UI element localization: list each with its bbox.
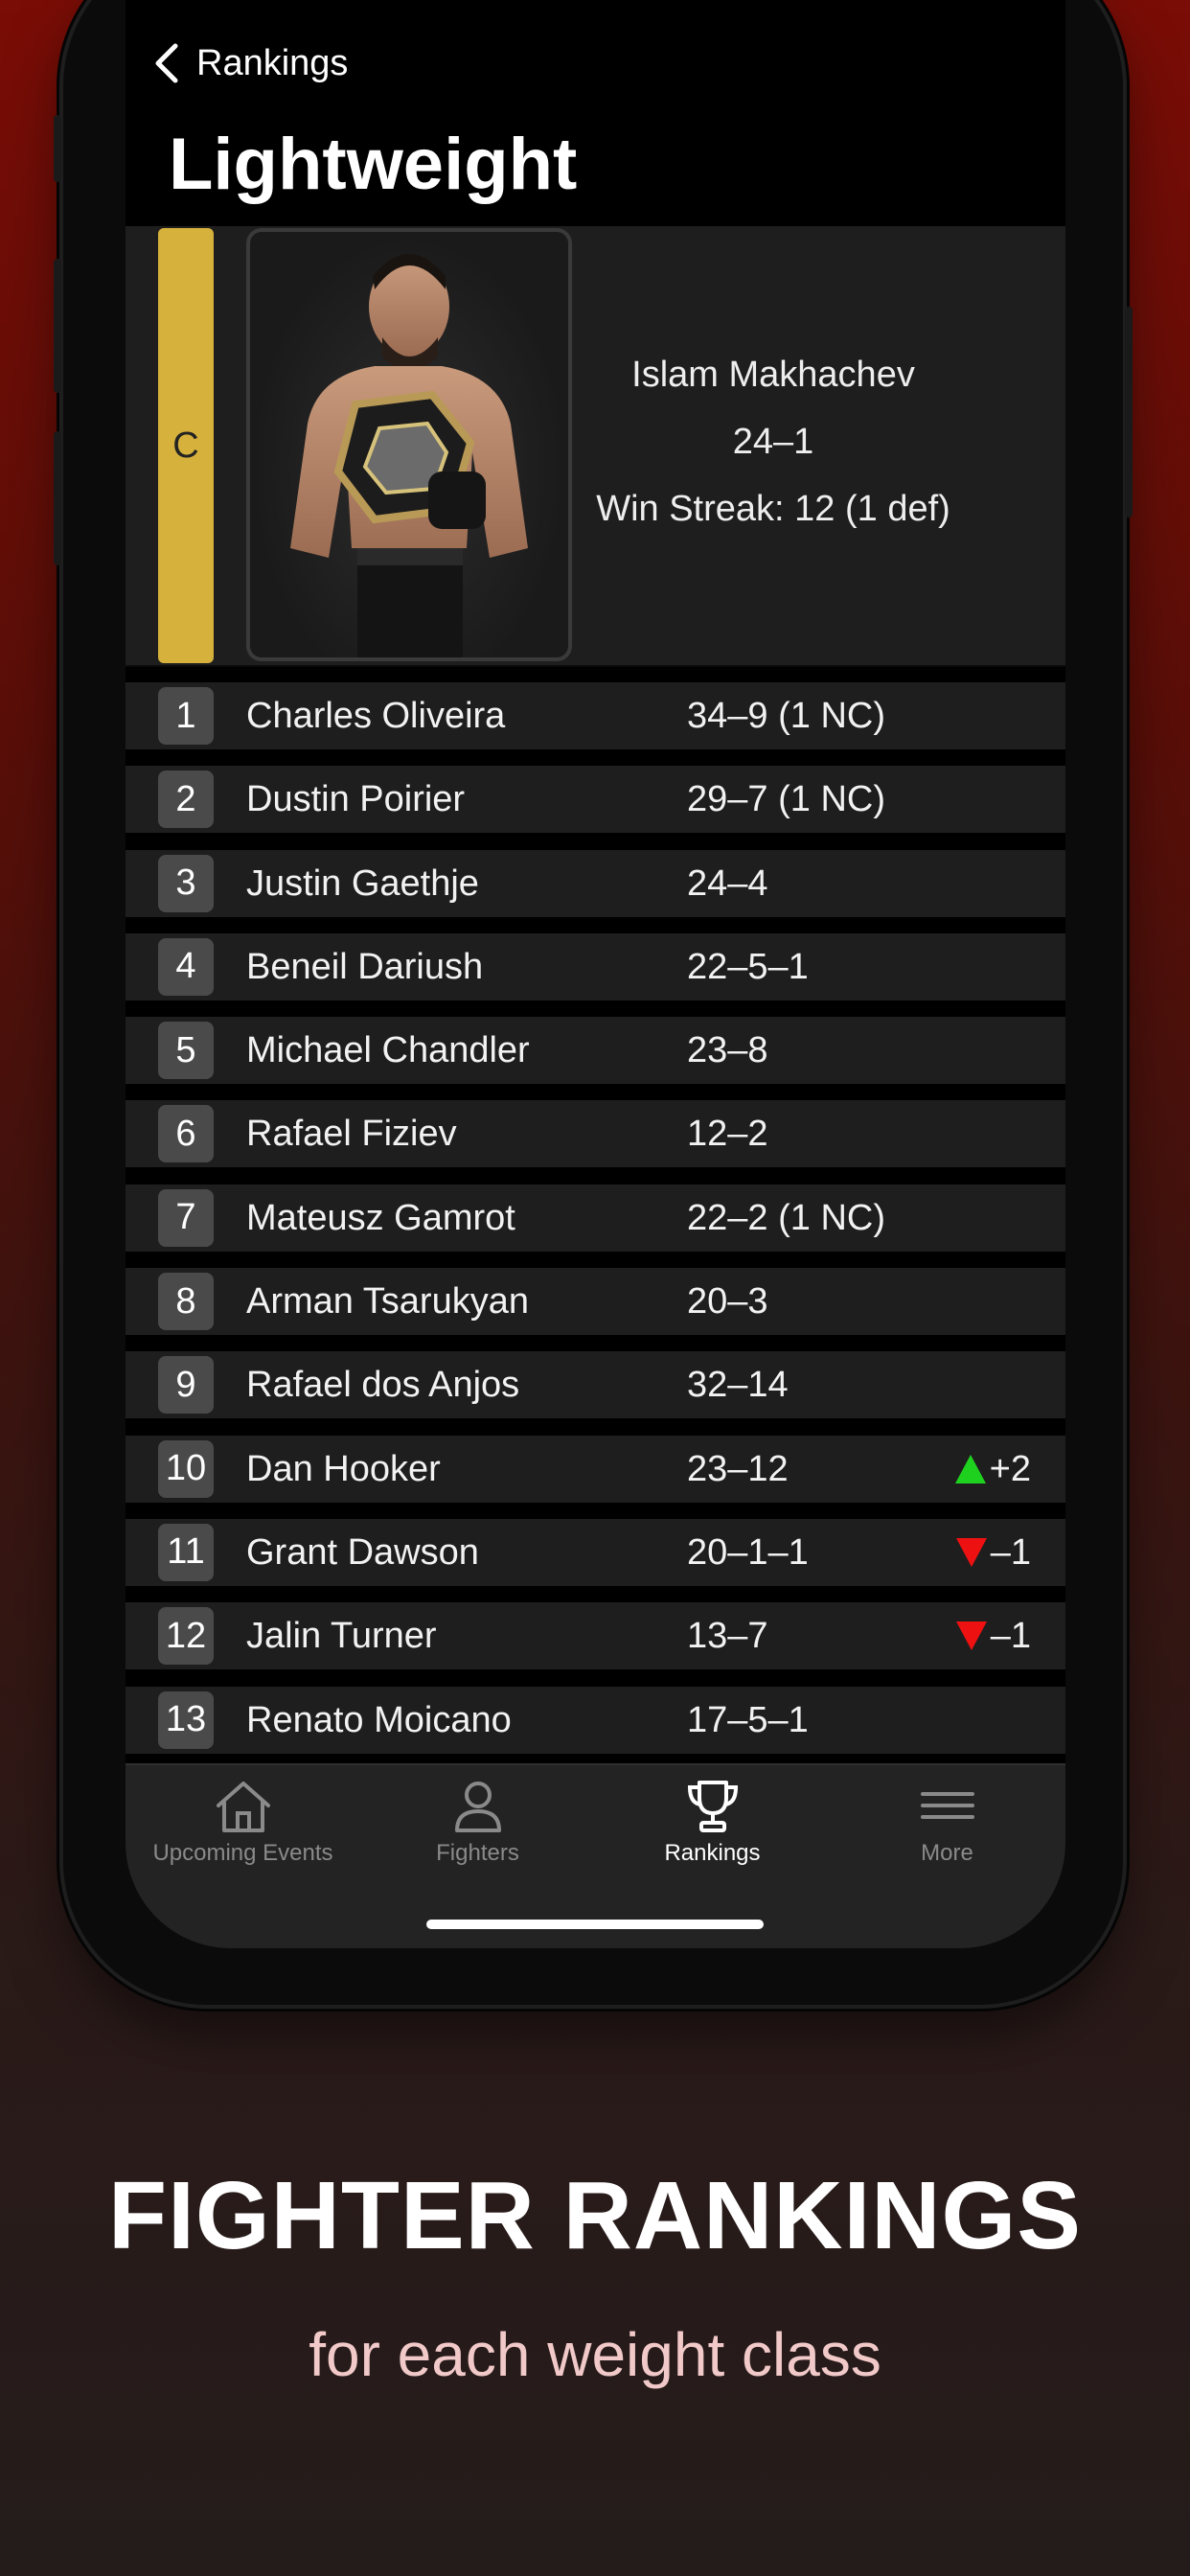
fighter-name: Jalin Turner	[246, 1616, 437, 1657]
champion-badge: C	[158, 228, 214, 663]
fighter-name: Beneil Dariush	[246, 946, 484, 987]
rank-change: –1	[955, 1519, 1031, 1586]
fighter-name: Charles Oliveira	[246, 696, 506, 736]
arrow-down-icon	[955, 1622, 987, 1651]
rank-badge: 1	[158, 687, 214, 745]
volume-down-button	[54, 431, 61, 565]
fighter-record: 29–7 (1 NC)	[687, 779, 885, 820]
ranking-row[interactable]: 7 Mateusz Gamrot 22–2 (1 NC)	[126, 1184, 1065, 1252]
rank-change-value: +2	[989, 1448, 1031, 1489]
champion-photo	[246, 228, 572, 661]
fighter-name: Michael Chandler	[246, 1030, 530, 1071]
rank-change-value: –1	[990, 1616, 1031, 1657]
fighter-record: 24–4	[687, 862, 768, 904]
rank-badge: 5	[158, 1022, 214, 1080]
fighter-record: 22–2 (1 NC)	[687, 1197, 885, 1238]
ranking-row[interactable]: 6 Rafael Fiziev 12–2	[126, 1100, 1065, 1168]
rank-change: –1	[955, 1602, 1031, 1669]
tab-upcoming-events[interactable]: Upcoming Events	[126, 1765, 360, 1867]
rank-badge: 6	[158, 1105, 214, 1163]
page-title: Lightweight	[169, 124, 578, 205]
fighter-record: 17–5–1	[687, 1699, 809, 1740]
champion-streak: Win Streak: 12 (1 def)	[596, 489, 950, 529]
rank-badge: 10	[158, 1439, 214, 1498]
champion-info: Islam Makhachev 24–1 Win Streak: 12 (1 d…	[572, 341, 974, 542]
rank-badge: 11	[158, 1523, 214, 1581]
fighter-name: Mateusz Gamrot	[246, 1197, 515, 1238]
champion-card[interactable]: C Islam Makhachev 24–1 Win Streak: 12 (1…	[126, 226, 1065, 667]
ranking-row[interactable]: 9 Rafael dos Anjos 32–14	[126, 1351, 1065, 1419]
champion-record: 24–1	[732, 422, 814, 462]
fighter-record: 20–3	[687, 1281, 768, 1322]
power-button	[1125, 307, 1133, 518]
fighter-record: 22–5–1	[687, 946, 809, 987]
house-icon	[216, 1782, 270, 1832]
rank-badge: 12	[158, 1607, 214, 1666]
rank-badge: 4	[158, 937, 214, 996]
person-icon	[454, 1782, 501, 1832]
tab-label: Rankings	[664, 1840, 761, 1866]
fighter-name: Renato Moicano	[246, 1699, 512, 1740]
ranking-row[interactable]: 2 Dustin Poirier 29–7 (1 NC)	[126, 766, 1065, 834]
ranking-row[interactable]: 1 Charles Oliveira 34–9 (1 NC)	[126, 682, 1065, 749]
chevron-left-icon	[155, 43, 178, 83]
ranking-row[interactable]: 8 Arman Tsarukyan 20–3	[126, 1268, 1065, 1336]
fighter-record: 23–12	[687, 1448, 789, 1489]
volume-up-button	[54, 259, 61, 393]
rankings-list: 1 Charles Oliveira 34–9 (1 NC) 2 Dustin …	[126, 682, 1065, 1770]
ranking-row[interactable]: 3 Justin Gaethje 24–4	[126, 849, 1065, 917]
fighter-name: Justin Gaethje	[246, 862, 479, 904]
promo-subheadline: for each weight class	[309, 2320, 881, 2389]
fighter-name: Rafael Fiziev	[246, 1114, 457, 1155]
tab-label: Fighters	[436, 1840, 519, 1866]
ranking-row[interactable]: 10 Dan Hooker 23–12 +2	[126, 1435, 1065, 1503]
fighter-name: Rafael dos Anjos	[246, 1365, 520, 1406]
rank-badge: 8	[158, 1273, 214, 1331]
tab-label: Upcoming Events	[152, 1840, 333, 1866]
fighter-record: 20–1–1	[687, 1531, 809, 1573]
fighter-silhouette-icon	[290, 254, 528, 657]
tab-label: More	[921, 1840, 973, 1866]
rank-badge: 3	[158, 854, 214, 912]
champion-name: Islam Makhachev	[631, 355, 915, 395]
promo-headline: FIGHTER RANKINGS	[108, 2162, 1082, 2269]
ranking-row[interactable]: 11 Grant Dawson 20–1–1 –1	[126, 1518, 1065, 1586]
menu-icon	[920, 1792, 974, 1819]
trophy-icon	[687, 1781, 738, 1832]
tab-rankings[interactable]: Rankings	[595, 1765, 830, 1867]
back-button[interactable]: Rankings	[154, 34, 348, 92]
fighter-record: 12–2	[687, 1114, 768, 1155]
arrow-up-icon	[954, 1454, 986, 1484]
fighter-name: Dustin Poirier	[246, 779, 466, 820]
fighter-record: 23–8	[687, 1030, 768, 1071]
fighter-name: Dan Hooker	[246, 1448, 441, 1489]
mute-switch	[54, 115, 61, 182]
rank-badge: 7	[158, 1188, 214, 1247]
fighter-record: 32–14	[687, 1365, 789, 1406]
ranking-row[interactable]: 5 Michael Chandler 23–8	[126, 1017, 1065, 1085]
rank-change: +2	[954, 1436, 1031, 1503]
tab-more[interactable]: More	[830, 1765, 1064, 1867]
home-indicator[interactable]	[426, 1920, 764, 1929]
fighter-record: 13–7	[687, 1616, 768, 1657]
rank-badge: 2	[158, 770, 214, 829]
rank-change-value: –1	[990, 1531, 1031, 1573]
ranking-row[interactable]: 13 Renato Moicano 17–5–1	[126, 1686, 1065, 1754]
ranking-row[interactable]: 4 Beneil Dariush 22–5–1	[126, 932, 1065, 1000]
arrow-down-icon	[955, 1537, 987, 1567]
app-screen: Rankings Lightweight C Islam Makhachev 2…	[126, 0, 1065, 1948]
rank-badge: 13	[158, 1690, 214, 1749]
rank-badge: 9	[158, 1356, 214, 1414]
fighter-name: Arman Tsarukyan	[246, 1281, 529, 1322]
ranking-row[interactable]: 12 Jalin Turner 13–7 –1	[126, 1602, 1065, 1670]
fighter-record: 34–9 (1 NC)	[687, 696, 885, 736]
back-label: Rankings	[196, 42, 349, 83]
fighter-name: Grant Dawson	[246, 1531, 479, 1573]
tab-fighters[interactable]: Fighters	[360, 1765, 595, 1867]
